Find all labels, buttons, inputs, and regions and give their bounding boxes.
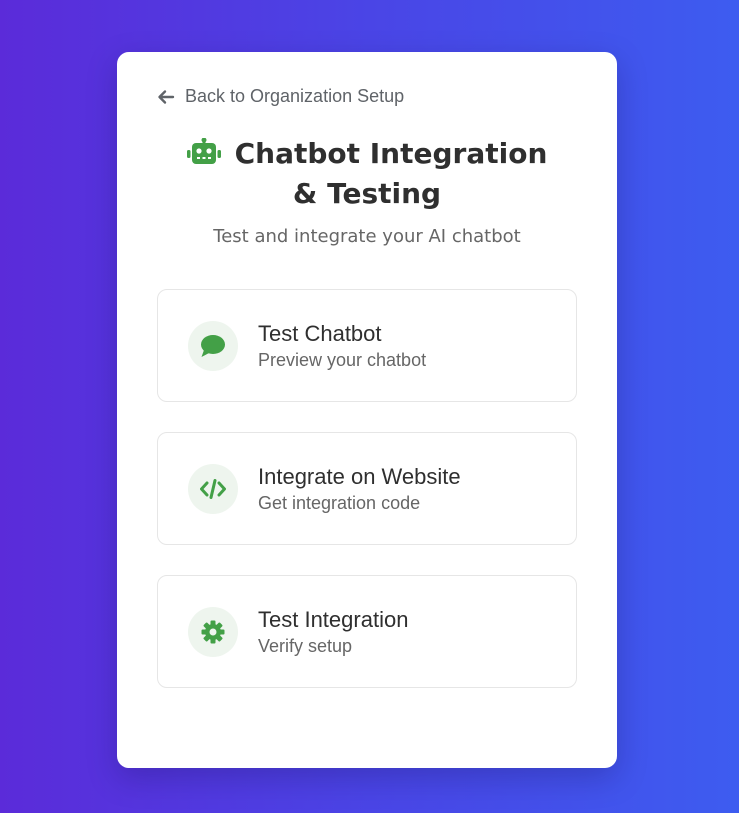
test-integration-text: Test Integration Verify setup	[258, 606, 408, 658]
integrate-on-website-text: Integrate on Website Get integration cod…	[258, 463, 461, 515]
option-title: Integrate on Website	[258, 463, 461, 489]
page-title: Chatbot Integration & Testing	[117, 134, 617, 214]
gear-icon	[188, 606, 238, 657]
test-chatbot-text: Test Chatbot Preview your chatbot	[258, 320, 426, 372]
integrate-on-website-option[interactable]: Integrate on Website Get integration cod…	[157, 432, 577, 545]
option-description: Get integration code	[258, 492, 421, 513]
test-chatbot-option[interactable]: Test Chatbot Preview your chatbot	[157, 289, 577, 402]
test-integration-option[interactable]: Test Integration Verify setup	[157, 575, 577, 688]
back-link-label: Back to Organization Setup	[185, 86, 405, 106]
back-to-organization-setup-link[interactable]: Back to Organization Setup	[157, 86, 404, 107]
page-subtitle: Test and integrate your AI chatbot	[213, 226, 521, 247]
option-description: Verify setup	[258, 635, 353, 656]
page-title-text: Chatbot Integration & Testing	[234, 137, 548, 210]
integration-card: Back to Organization Setup Chatbot Integ…	[117, 52, 617, 768]
code-icon	[188, 463, 238, 514]
option-title: Test Chatbot	[258, 320, 382, 346]
comment-icon	[188, 320, 238, 371]
option-title: Test Integration	[258, 606, 409, 632]
arrow-left-icon	[157, 88, 175, 106]
page-header: Chatbot Integration & Testing	[117, 134, 617, 214]
robot-icon	[186, 137, 221, 165]
option-description: Preview your chatbot	[258, 349, 427, 370]
